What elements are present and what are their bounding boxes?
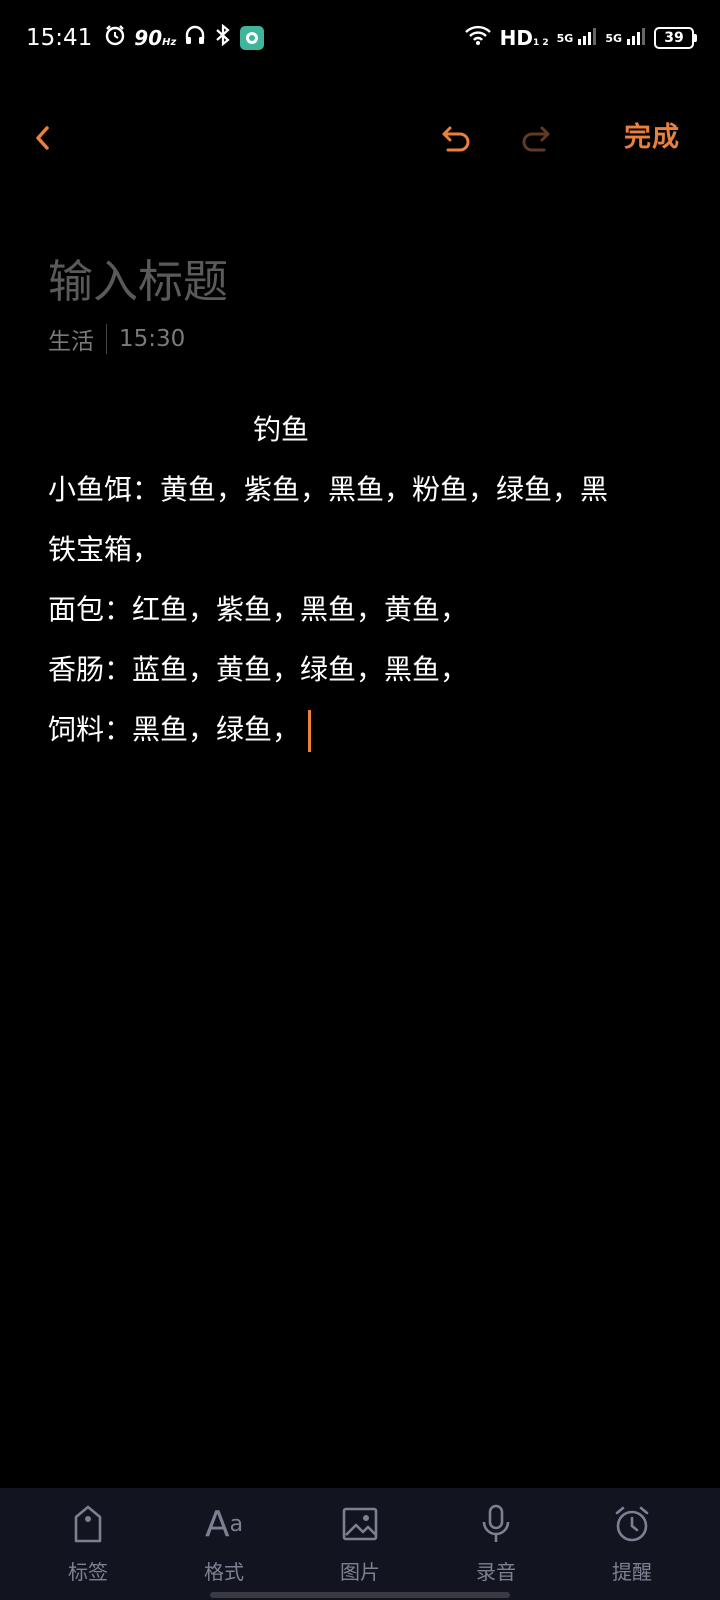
bluetooth-icon [214,23,232,52]
status-right: HD1 2 5G 5G 39 [464,24,697,52]
network-sub: 1 2 [532,38,549,48]
format-icon: Aa [204,1503,244,1545]
refresh-rate: 90Hz [134,26,176,50]
refresh-rate-value: 90 [134,26,163,50]
status-bar: 15:41 90Hz HD1 2 5G 5G 39 [0,0,720,76]
tag-icon [66,1502,110,1546]
tag-button[interactable]: 标签 [43,1488,133,1600]
reminder-label: 提醒 [612,1560,652,1584]
note-timestamp: 15:30 [119,326,186,352]
note-body-editor[interactable]: 钓鱼 小鱼饵：黄鱼，紫鱼，黑鱼，粉鱼，绿鱼，黑 铁宝箱， 面包：红鱼，紫鱼，黑鱼… [48,400,668,760]
signal-strength-icon [626,26,646,51]
bottom-toolbar: 标签 Aa 格式 图片 录音 提醒 [0,1488,720,1600]
note-line: 铁宝箱， [48,533,161,566]
app-notification-icon [240,26,265,50]
image-icon [338,1502,382,1546]
redo-icon [522,126,550,152]
undo-button[interactable] [436,118,476,158]
note-line: 小鱼饵：黄鱼，紫鱼，黑鱼，粉鱼，绿鱼，黑 [48,473,609,506]
note-line: 饲料：黑鱼，绿鱼， [48,713,301,746]
network-hd-label: HD1 2 [500,26,549,50]
done-button[interactable]: 完成 [624,118,680,158]
tag-label: 标签 [68,1560,108,1584]
category-label[interactable]: 生活 [48,322,94,356]
record-button[interactable]: 录音 [451,1488,541,1600]
status-time: 15:41 [26,25,93,51]
alarm-clock-icon [104,24,126,52]
editor-toolbar: 完成 [0,100,720,176]
sim2-5g-label: 5G [605,31,622,45]
microphone-icon [474,1502,518,1546]
battery-indicator: 39 [654,27,697,49]
home-indicator[interactable] [210,1592,510,1598]
image-label: 图片 [340,1560,380,1584]
image-button[interactable]: 图片 [315,1488,405,1600]
note-line: 面包：红鱼，紫鱼，黑鱼，黄鱼， [48,593,469,626]
wifi-icon [464,24,492,52]
headphones-icon [184,24,206,52]
text-cursor [308,710,312,752]
sim1-5g-label: 5G [556,31,574,45]
signal-strength-icon [577,26,597,51]
status-left: 15:41 90Hz [26,23,265,52]
meta-divider [106,324,107,354]
note-meta: 生活 15:30 [48,322,185,356]
redo-button[interactable] [516,118,556,158]
title-input[interactable]: 输入标题 [48,245,228,310]
record-label: 录音 [476,1560,516,1584]
note-last-line: 饲料：黑鱼，绿鱼， [48,700,668,760]
back-button[interactable] [24,118,64,158]
refresh-rate-unit: Hz [162,37,177,48]
chevron-left-icon [36,126,49,150]
format-label: 格式 [204,1560,244,1584]
note-heading: 钓鱼 [253,413,310,446]
note-line: 香肠：蓝鱼，黄鱼，绿鱼，黑鱼， [48,653,469,686]
undo-icon [442,126,470,152]
format-button[interactable]: Aa 格式 [179,1488,269,1600]
alarm-icon [610,1502,654,1546]
reminder-button[interactable]: 提醒 [587,1488,677,1600]
network-label: HD [499,26,533,50]
